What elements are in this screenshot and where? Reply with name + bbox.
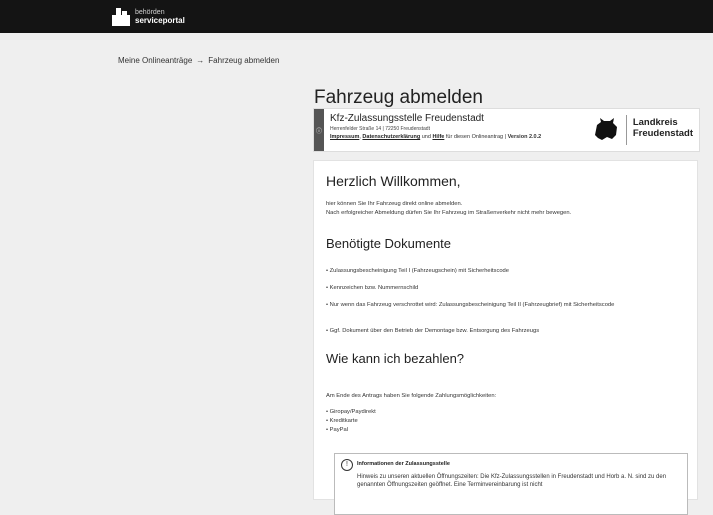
district-name: Landkreis Freudenstadt <box>633 117 693 151</box>
privacy-link[interactable]: Datenschutzerklärung <box>362 134 420 140</box>
document-item: • Ggf. Dokument über den Betrieb der Dem… <box>326 328 540 334</box>
content-card: Herzlich Willkommen, hier können Sie Ihr… <box>313 160 698 515</box>
and-text: und <box>421 134 431 140</box>
help-link[interactable]: Hilfe <box>432 134 444 140</box>
office-name: Kfz-Zulassungsstelle Freudenstadt <box>330 113 484 124</box>
breadcrumb-current: Fahrzeug abmelden <box>208 56 280 65</box>
payment-intro: Am Ende des Antrags haben Sie folgende Z… <box>326 393 497 399</box>
office-links: Impressum, Datenschutzerklärung und Hilf… <box>330 134 542 140</box>
info-box-title: Informationen der Zulassungsstelle <box>357 461 450 467</box>
payment-heading: Wie kann ich bezahlen? <box>326 351 465 366</box>
serviceportal-logo[interactable]: behörden serviceportal <box>112 6 212 28</box>
version-label: Version 2.0.2 <box>507 134 542 140</box>
district-divider <box>625 115 627 145</box>
page-title: Fahrzeug abmelden <box>314 86 483 108</box>
info-box-text: Hinweis zu unseren aktuellen Öffnungszei… <box>357 474 667 488</box>
payment-option: • Kreditkarte <box>326 418 358 424</box>
building-icon <box>112 8 130 26</box>
office-info-strip[interactable]: ⓘ <box>314 109 324 151</box>
breadcrumb-my-applications[interactable]: Meine Onlineanträge <box>118 56 192 65</box>
office-info-box: ! Informationen der Zulassungsstelle Hin… <box>334 453 688 515</box>
top-bar: behörden serviceportal <box>0 0 713 33</box>
welcome-text-2: Nach erfolgreicher Abmeldung dürfen Sie … <box>326 210 572 216</box>
breadcrumb-separator: → <box>196 56 205 65</box>
impressum-link[interactable]: Impressum <box>330 134 359 140</box>
office-address: Herrenfelder Straße 14 | 72250 Freudenst… <box>330 126 430 132</box>
welcome-heading: Herzlich Willkommen, <box>326 173 461 189</box>
welcome-text-1: hier können Sie Ihr Fahrzeug direkt onli… <box>326 201 463 207</box>
office-card: ⓘ Kfz-Zulassungsstelle Freudenstadt Herr… <box>313 108 700 152</box>
document-item: • Zulassungsbescheinigung Teil I (Fahrze… <box>326 268 510 274</box>
info-circle-icon: ! <box>341 459 353 471</box>
help-suffix: für diesen Onlineantrag | <box>445 134 507 140</box>
district-bear-icon <box>594 118 617 140</box>
payment-option: • PayPal <box>326 427 349 433</box>
district-line2: Freudenstadt <box>632 128 693 139</box>
documents-heading: Benötigte Dokumente <box>326 236 452 251</box>
info-icon: ⓘ <box>315 128 322 135</box>
document-item: • Nur wenn das Fahrzeug verschrottet wir… <box>326 302 615 308</box>
payment-option: • Giropay/Paydirekt <box>326 409 376 415</box>
logo-line2: serviceportal <box>135 16 185 25</box>
document-item: • Kennzeichen bzw. Nummernschild <box>326 285 419 291</box>
breadcrumb: Meine Onlineanträge → Fahrzeug abmelden <box>118 56 279 65</box>
district-line1: Landkreis <box>632 117 678 128</box>
